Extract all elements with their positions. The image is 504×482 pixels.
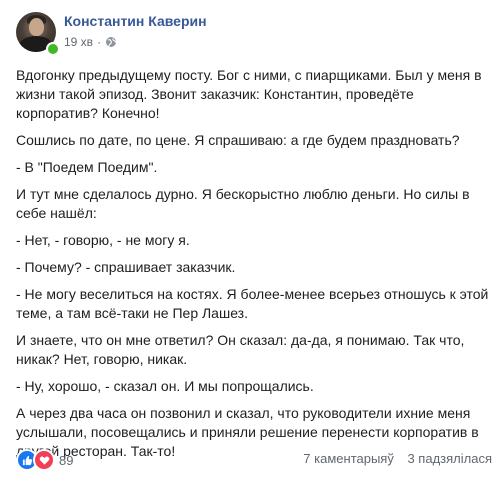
globe-icon[interactable]	[105, 36, 117, 48]
post-text: Вдогонку предыдущему посту. Бог с ними, …	[16, 66, 492, 469]
post-meta: 19 хв ·	[64, 35, 117, 49]
author-name[interactable]: Константин Каверин	[64, 13, 207, 29]
post-paragraph: - Нет, - говорю, - не могу я.	[16, 232, 190, 248]
love-icon	[33, 449, 55, 471]
post-paragraph: Вдогонку предыдущему посту. Бог с ними, …	[16, 67, 482, 121]
post-header: Константин Каверин 19 хв ·	[16, 10, 496, 56]
post-paragraph: - Не могу веселиться на костях. Я более-…	[16, 286, 489, 321]
reaction-count: 89	[59, 452, 74, 468]
reactions-summary[interactable]: 89	[16, 449, 73, 471]
engagement-counts: 7 каментарыяў 3 падзялілася	[303, 451, 492, 466]
online-status-dot	[46, 42, 60, 56]
post-paragraph: - В "Поедем Поедим".	[16, 159, 158, 175]
comments-count-link[interactable]: 7 каментарыяў	[303, 451, 394, 466]
post-paragraph: - Ну, хорошо, - сказал он. И мы попрощал…	[16, 378, 314, 394]
post-paragraph: Сошлись по дате, по цене. Я спрашиваю: а…	[16, 132, 460, 148]
post-paragraph: И тут мне сделалось дурно. Я бескорыстно…	[16, 186, 470, 221]
post-time[interactable]: 19 хв	[64, 35, 93, 49]
avatar-face	[29, 18, 44, 36]
facebook-post: Константин Каверин 19 хв · Вдогонку пред…	[0, 0, 504, 482]
post-paragraph: - Почему? - спрашивает заказчик.	[16, 259, 236, 275]
post-paragraph: И знаете, что он мне ответил? Он сказал:…	[16, 332, 465, 367]
meta-separator: ·	[97, 35, 102, 49]
post-footer: 89 7 каментарыяў 3 падзялілася	[16, 448, 492, 471]
shares-count-link[interactable]: 3 падзялілася	[407, 451, 492, 466]
